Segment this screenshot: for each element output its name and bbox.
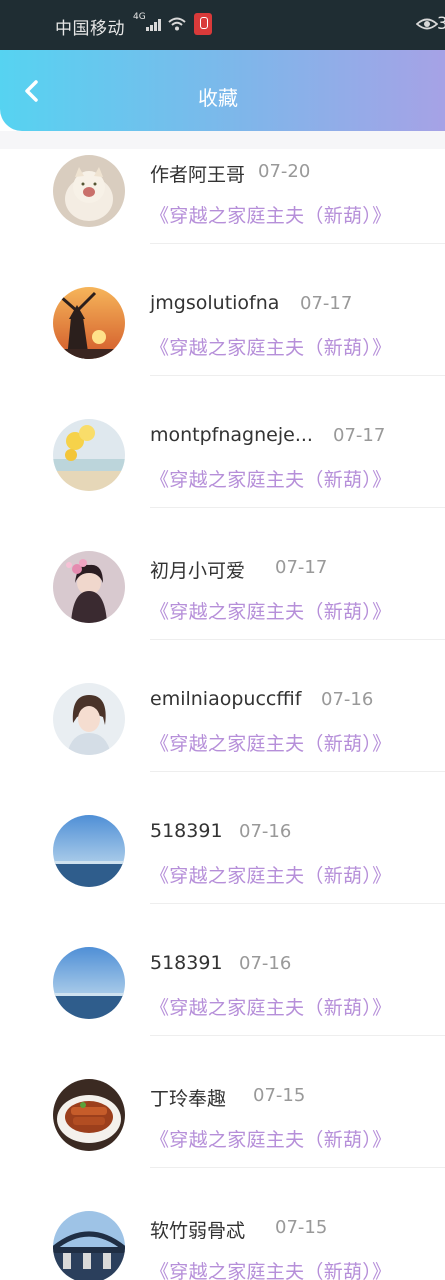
favorite-item[interactable]: 软竹弱骨忒 07-15 《穿越之家庭主夫（新葫）》 xyxy=(0,1196,445,1280)
book-title-link[interactable]: 《穿越之家庭主夫（新葫）》 xyxy=(150,1125,391,1152)
row-divider xyxy=(150,1035,445,1036)
user-avatar[interactable] xyxy=(53,287,125,359)
favorite-date: 07-16 xyxy=(321,689,374,710)
favorite-item[interactable]: 初月小可爱 07-17 《穿越之家庭主夫（新葫）》 xyxy=(0,536,445,668)
battery-text: 3 xyxy=(437,14,445,34)
page-title: 收藏 xyxy=(198,86,238,110)
favorite-date: 07-17 xyxy=(275,557,328,578)
status-bar: 中国移动 4G 3 xyxy=(0,0,445,50)
user-name[interactable]: 518391 xyxy=(150,820,223,842)
favorite-item[interactable]: 丁玲奉趣 07-15 《穿越之家庭主夫（新葫）》 xyxy=(0,1064,445,1196)
row-divider xyxy=(150,375,445,376)
wifi-icon xyxy=(167,15,187,33)
book-title-link[interactable]: 《穿越之家庭主夫（新葫）》 xyxy=(150,465,391,492)
row-divider xyxy=(150,771,445,772)
user-name[interactable]: 作者阿王哥 xyxy=(150,160,245,187)
user-name[interactable]: montpfnagneje... xyxy=(150,424,313,446)
favorite-item[interactable]: 518391 07-16 《穿越之家庭主夫（新葫）》 xyxy=(0,800,445,932)
book-title-link[interactable]: 《穿越之家庭主夫（新葫）》 xyxy=(150,861,391,888)
user-avatar[interactable] xyxy=(53,1079,125,1151)
user-name[interactable]: 软竹弱骨忒 xyxy=(150,1216,245,1243)
user-name[interactable]: 518391 xyxy=(150,952,223,974)
favorite-date: 07-17 xyxy=(300,293,353,314)
favorite-item[interactable]: 作者阿王哥 07-20 《穿越之家庭主夫（新葫）》 xyxy=(0,140,445,272)
user-name[interactable]: 初月小可爱 xyxy=(150,556,245,583)
row-divider xyxy=(150,903,445,904)
book-title-link[interactable]: 《穿越之家庭主夫（新葫）》 xyxy=(150,993,391,1020)
favorite-item[interactable]: emilniaopuccffif 07-16 《穿越之家庭主夫（新葫）》 xyxy=(0,668,445,800)
user-avatar[interactable] xyxy=(53,947,125,1019)
header-bar: 收藏 xyxy=(0,50,445,131)
book-title-link[interactable]: 《穿越之家庭主夫（新葫）》 xyxy=(150,597,391,624)
microphone-icon xyxy=(194,13,212,35)
book-title-link[interactable]: 《穿越之家庭主夫（新葫）》 xyxy=(150,1257,391,1280)
row-divider xyxy=(150,243,445,244)
favorite-date: 07-20 xyxy=(258,161,311,182)
favorite-item[interactable]: jmgsolutiofna 07-17 《穿越之家庭主夫（新葫）》 xyxy=(0,272,445,404)
user-avatar[interactable] xyxy=(53,419,125,491)
favorite-item[interactable]: 518391 07-16 《穿越之家庭主夫（新葫）》 xyxy=(0,932,445,1064)
user-avatar[interactable] xyxy=(53,1211,125,1280)
favorite-item[interactable]: montpfnagneje... 07-17 《穿越之家庭主夫（新葫）》 xyxy=(0,404,445,536)
user-avatar[interactable] xyxy=(53,155,125,227)
carrier-name: 中国移动 xyxy=(55,19,125,39)
user-name[interactable]: emilniaopuccffif xyxy=(150,688,301,710)
user-name[interactable]: jmgsolutiofna xyxy=(150,292,279,314)
row-divider xyxy=(150,1167,445,1168)
book-title-link[interactable]: 《穿越之家庭主夫（新葫）》 xyxy=(150,201,391,228)
user-name[interactable]: 丁玲奉趣 xyxy=(150,1084,226,1111)
favorite-date: 07-16 xyxy=(239,821,292,842)
user-avatar[interactable] xyxy=(53,551,125,623)
row-divider xyxy=(150,639,445,640)
favorite-date: 07-15 xyxy=(253,1085,306,1106)
eye-icon xyxy=(415,16,439,32)
network-type: 4G xyxy=(133,12,146,22)
favorite-date: 07-17 xyxy=(333,425,386,446)
book-title-link[interactable]: 《穿越之家庭主夫（新葫）》 xyxy=(150,729,391,756)
row-divider xyxy=(150,507,445,508)
user-avatar[interactable] xyxy=(53,683,125,755)
favorite-date: 07-16 xyxy=(239,953,292,974)
book-title-link[interactable]: 《穿越之家庭主夫（新葫）》 xyxy=(150,333,391,360)
user-avatar[interactable] xyxy=(53,815,125,887)
signal-icon xyxy=(146,19,162,31)
favorite-date: 07-15 xyxy=(275,1217,328,1238)
